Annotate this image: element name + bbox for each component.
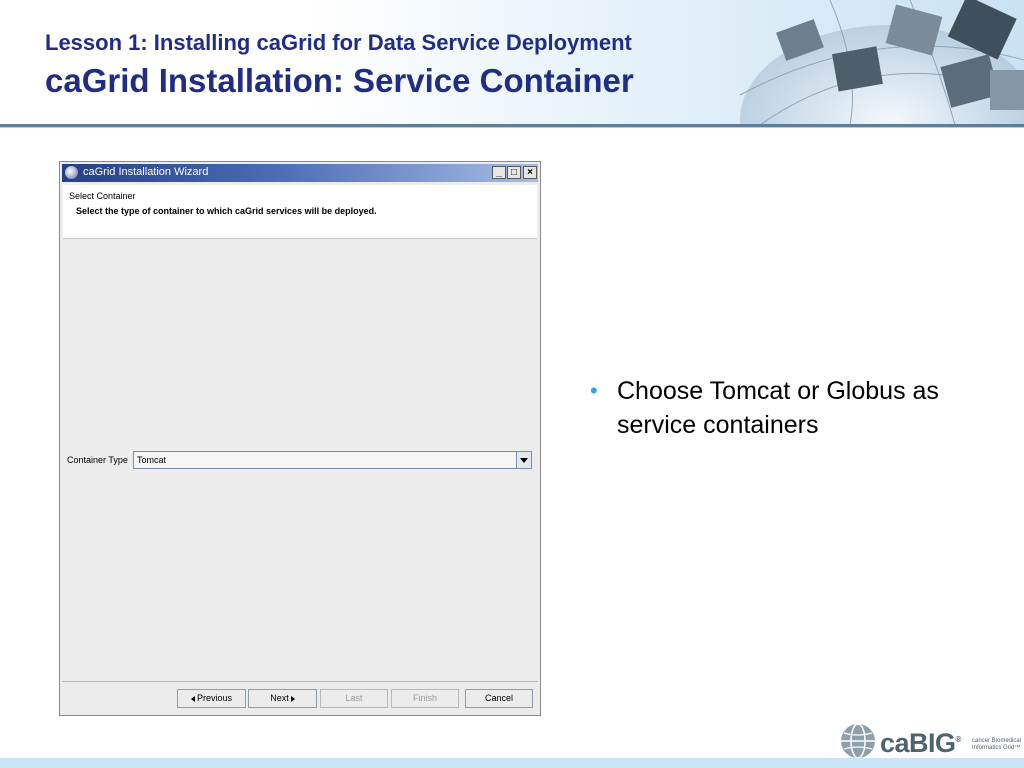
button-bar-divider [62,681,538,682]
header-divider-light [0,127,1024,128]
window-titlebar[interactable]: caGrid Installation Wizard _ □ × [62,164,538,182]
finish-button[interactable]: Finish [391,689,459,708]
wizard-step-header: Select Container Select the type of cont… [63,185,537,239]
bullet-text: Choose Tomcat or Globus as service conta… [617,377,939,439]
footer-bar [0,758,1024,768]
previous-button[interactable]: Previous [177,689,246,708]
container-type-label: Container Type [67,455,128,465]
bullet-dot-icon: • [590,378,598,403]
step-title: Select Container [69,191,136,201]
next-label: Next [270,693,289,703]
next-button[interactable]: Next [248,689,317,708]
container-type-value: Tomcat [137,455,167,465]
slide-header: Lesson 1: Installing caGrid for Data Ser… [0,0,1024,125]
arrow-right-icon [290,695,295,702]
cabig-logo-text: caBIG® [880,728,961,759]
globe-collage-graphic [740,0,1024,125]
java-app-icon [65,166,78,179]
cancel-button[interactable]: Cancel [465,689,533,708]
lesson-title: Lesson 1: Installing caGrid for Data Ser… [45,30,632,55]
cabig-globe-icon [841,723,875,759]
maximize-button[interactable]: □ [507,166,521,179]
close-button[interactable]: × [523,166,537,179]
minimize-button[interactable]: _ [492,166,506,179]
logo-registered-mark: ® [955,735,962,744]
previous-label: Previous [196,693,232,703]
logo-wordmark: caBIG [880,728,956,758]
step-description: Select the type of container to which ca… [76,206,377,216]
slide-title: caGrid Installation: Service Container [45,62,634,99]
window-title: caGrid Installation Wizard [83,166,209,178]
container-type-select[interactable]: Tomcat [133,451,532,469]
chevron-down-icon[interactable] [516,452,531,468]
arrow-left-icon [190,695,195,702]
cabig-logo-subtext: cancer Biomedical Informatics Grid™ [972,738,1022,751]
last-button[interactable]: Last [320,689,388,708]
installation-wizard-window: caGrid Installation Wizard _ □ × Select … [59,161,541,716]
